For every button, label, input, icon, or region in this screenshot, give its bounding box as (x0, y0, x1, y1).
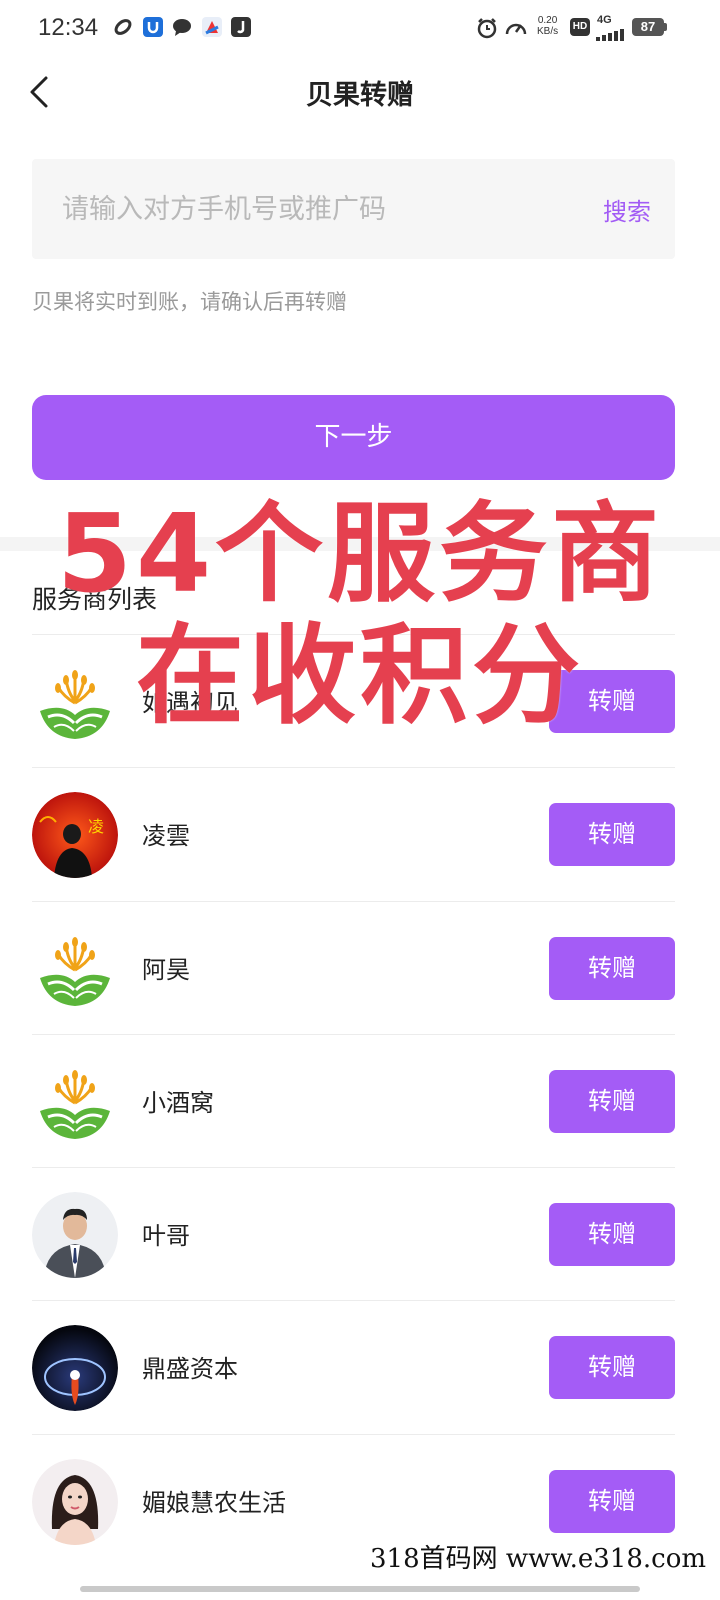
next-step-button[interactable]: 下一步 (32, 395, 675, 480)
status-time: 12:34 (38, 14, 99, 41)
provider-item: 鼎盛资本 转赠 (32, 1300, 675, 1433)
transfer-button[interactable]: 转赠 (549, 803, 675, 867)
svg-text:凌: 凌 (88, 817, 104, 836)
red-photo-avatar: 凌 (32, 792, 118, 879)
wheat-logo-avatar (32, 925, 118, 1012)
network-speed-unit: KB/s (537, 26, 559, 37)
provider-name: 如遇初见 (142, 689, 238, 717)
home-indicator (80, 1586, 640, 1592)
woman-avatar (32, 1458, 118, 1545)
wheat-logo-avatar (32, 1058, 118, 1145)
search-input[interactable] (62, 187, 562, 231)
provider-item: 叶哥 转赠 (32, 1167, 675, 1300)
site-watermark: 318首码网 www.e318.com (366, 1536, 710, 1577)
provider-item: 凌 凌雲 转赠 (32, 767, 675, 900)
signal-icon (596, 26, 626, 45)
network-speed: 0.20 KB/s (537, 15, 558, 37)
battery-level: 87 (632, 18, 664, 36)
provider-item: 阿昊 转赠 (32, 900, 675, 1034)
message-icon (172, 17, 192, 37)
provider-name: 小酒窝 (142, 1088, 214, 1117)
network-type: 4G (597, 14, 612, 26)
planet-avatar (32, 1325, 118, 1412)
hd-badge: HD (570, 18, 590, 36)
provider-name: 鼎盛资本 (142, 1355, 238, 1384)
network-speed-value: 0.20 (537, 15, 558, 26)
transfer-button[interactable]: 转赠 (549, 1469, 675, 1533)
provider-name: 叶哥 (142, 1222, 190, 1251)
provider-name: 媚娘慧农生活 (142, 1488, 286, 1517)
search-bar: 搜索 (32, 159, 675, 259)
section-divider (0, 537, 720, 551)
transfer-button[interactable]: 转赠 (549, 1069, 675, 1133)
speedometer-icon (504, 17, 527, 37)
provider-item: 小酒窝 转赠 (32, 1033, 675, 1167)
transfer-hint: 贝果将实时到账，请确认后再转赠 (32, 290, 347, 314)
status-bar: 12:34 0.20 KB/s HD 4G 87 (0, 0, 720, 56)
compass-app-icon (202, 17, 222, 37)
link-app-icon (113, 17, 133, 37)
search-button[interactable]: 搜索 (603, 192, 651, 227)
provider-item: 如遇初见 转赠 (32, 634, 675, 767)
man-in-suit-avatar (32, 1192, 118, 1279)
provider-list: 如遇初见 转赠 凌 凌雲 转赠 阿昊 转赠 小酒窝 转赠 叶哥 转赠 鼎盛资本 … (32, 634, 675, 1567)
alarm-icon (476, 17, 497, 39)
wheat-logo-avatar (32, 659, 118, 745)
provider-list-title: 服务商列表 (32, 585, 158, 614)
transfer-button[interactable]: 转赠 (549, 936, 675, 1000)
provider-name: 阿昊 (142, 955, 190, 984)
transfer-button[interactable]: 转赠 (549, 1336, 675, 1400)
page-title: 贝果转赠 (306, 80, 414, 111)
transfer-button[interactable]: 转赠 (549, 670, 675, 733)
j-app-icon (231, 17, 251, 37)
battery-icon (664, 23, 667, 31)
transfer-button[interactable]: 转赠 (549, 1203, 675, 1267)
provider-name: 凌雲 (142, 822, 190, 851)
u-app-icon (143, 17, 163, 37)
